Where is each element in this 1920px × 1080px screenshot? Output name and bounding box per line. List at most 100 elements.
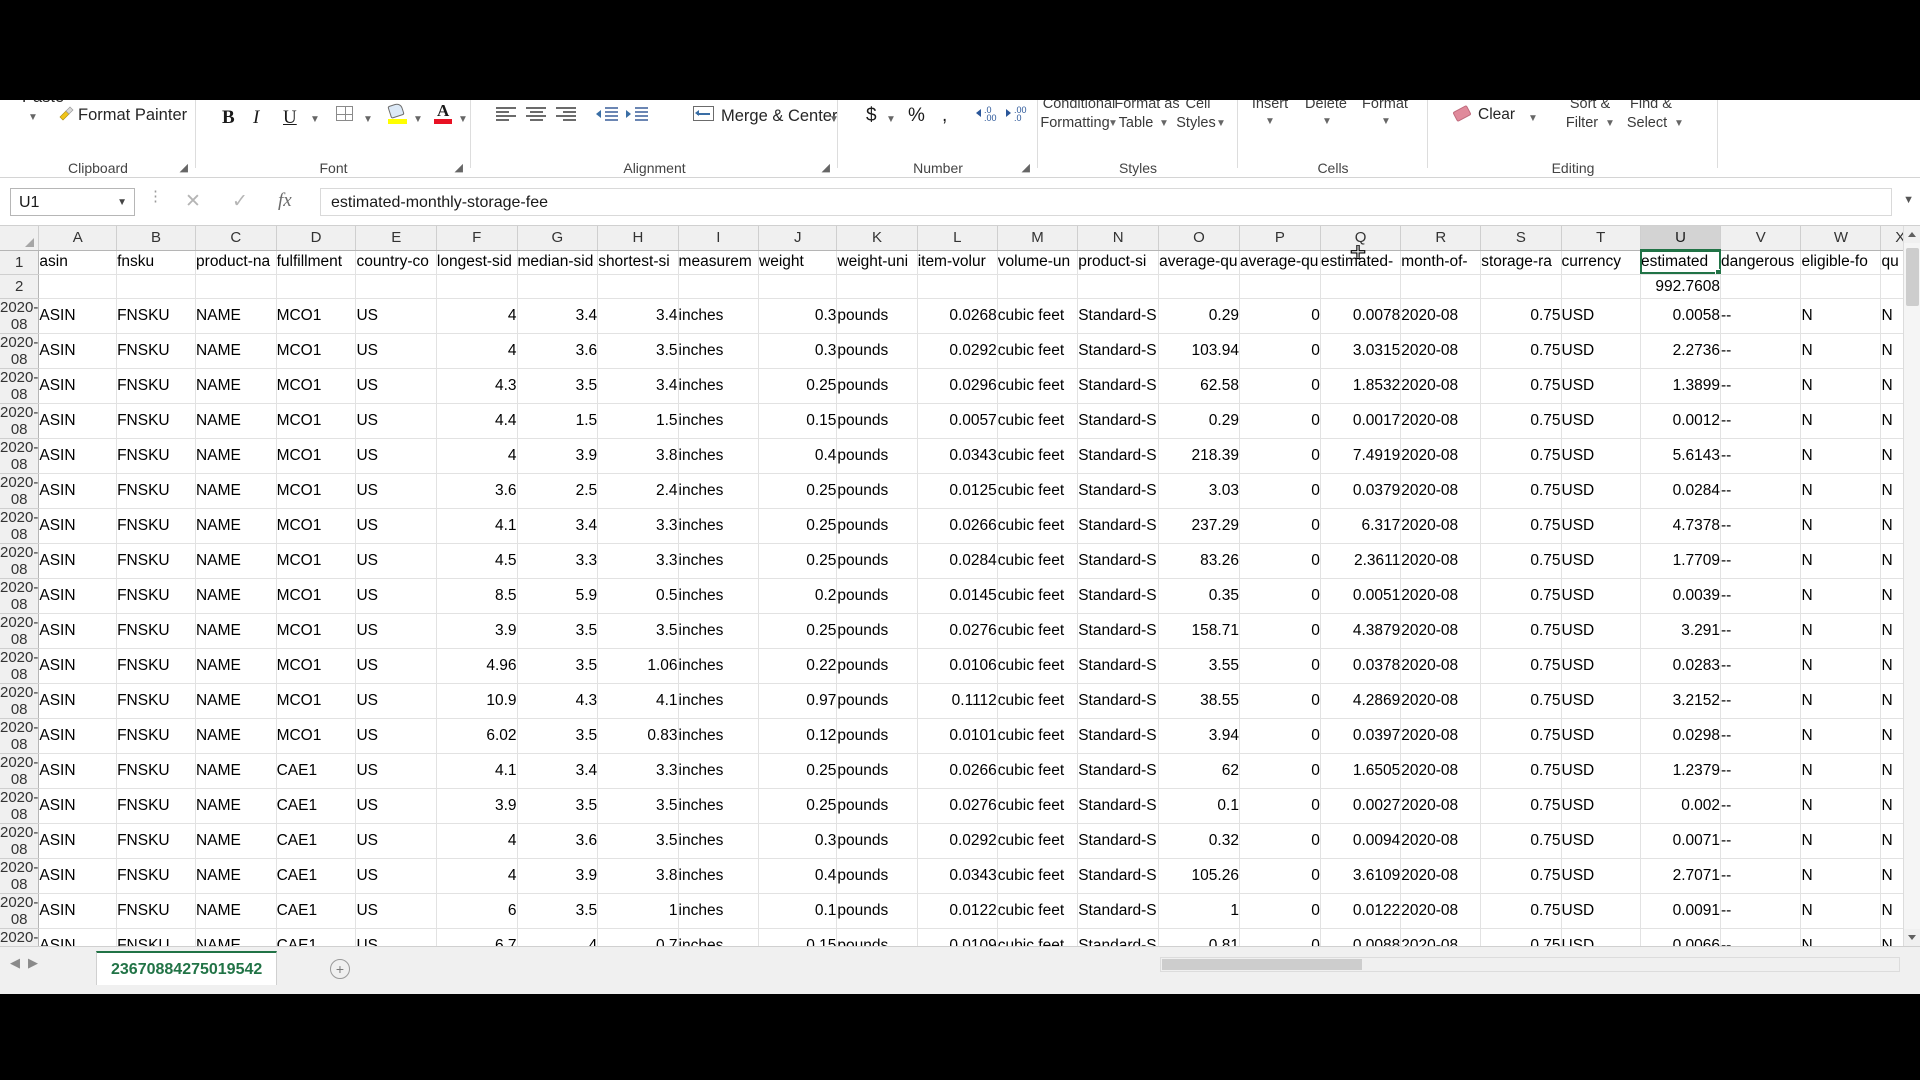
cell-I2020-08[interactable]: inches (678, 893, 760, 930)
cell-S2020-08[interactable]: 0.75 (1480, 858, 1562, 895)
cell-U2020-08[interactable]: 0.0039 (1640, 578, 1722, 615)
cell-J2020-08[interactable]: 0.25 (758, 753, 838, 790)
cell-Q2020-08[interactable]: 4.2869 (1320, 683, 1402, 720)
cell-M2020-08[interactable]: cubic feet (997, 648, 1079, 685)
cell-U2020-08[interactable]: 0.002 (1640, 788, 1722, 825)
cell-A2020-08[interactable]: ASIN (38, 298, 118, 335)
cell-A2020-08[interactable]: ASIN (38, 508, 118, 545)
cell-D2020-08[interactable]: MCO1 (276, 683, 357, 720)
cell-I2020-08[interactable]: inches (678, 648, 760, 685)
cell-L1[interactable]: item-volur (917, 250, 998, 275)
cell-V2020-08[interactable]: -- (1720, 543, 1802, 580)
cell-N2020-08[interactable]: Standard-S (1077, 298, 1160, 335)
cell-P2020-08[interactable]: 0 (1239, 578, 1321, 615)
cell-D1[interactable]: fulfillment (276, 250, 357, 275)
cell-V2020-08[interactable]: -- (1720, 928, 1802, 946)
align-center-icon[interactable] (526, 107, 546, 121)
cell-B2020-08[interactable]: FNSKU (116, 473, 197, 510)
cell-Q2020-08[interactable]: 0.0027 (1320, 788, 1402, 825)
format-painter-button[interactable]: Format Painter (78, 106, 187, 125)
formula-input[interactable]: estimated-monthly-storage-fee (320, 188, 1892, 216)
cell-H2020-08[interactable]: 3.8 (597, 858, 679, 895)
cell-R2020-08[interactable]: 2020-08 (1400, 543, 1482, 580)
cell-J2020-08[interactable]: 0.25 (758, 473, 838, 510)
cell-M2020-08[interactable]: cubic feet (997, 543, 1079, 580)
cell-L2020-08[interactable]: 0.0284 (917, 543, 998, 580)
cell-I1[interactable]: measurem (678, 250, 760, 275)
cell-N1[interactable]: product-si (1077, 250, 1160, 275)
cell-C2020-08[interactable]: NAME (195, 928, 277, 946)
cell-I2020-08[interactable]: inches (678, 578, 760, 615)
cell-B2020-08[interactable]: FNSKU (116, 648, 197, 685)
cell-P2020-08[interactable]: 0 (1239, 368, 1321, 405)
cell-G2020-08[interactable]: 3.6 (517, 823, 599, 860)
cell-P2020-08[interactable]: 0 (1239, 508, 1321, 545)
cell-C2[interactable] (195, 274, 277, 300)
cell-C2020-08[interactable]: NAME (195, 368, 277, 405)
cell-K2020-08[interactable]: pounds (836, 683, 918, 720)
cell-U2020-08[interactable]: 0.0283 (1640, 648, 1722, 685)
cell-Q2020-08[interactable]: 0.0378 (1320, 648, 1402, 685)
cell-E1[interactable]: country-co (355, 250, 437, 275)
cell-J2020-08[interactable]: 0.4 (758, 858, 838, 895)
cell-R2020-08[interactable]: 2020-08 (1400, 333, 1482, 370)
cell-Q2020-08[interactable]: 7.4919 (1320, 438, 1402, 475)
cell-C2020-08[interactable]: NAME (195, 788, 277, 825)
cell-M2020-08[interactable]: cubic feet (997, 683, 1079, 720)
cell-G2020-08[interactable]: 5.9 (517, 578, 599, 615)
name-box[interactable]: U1 ▼ (10, 188, 135, 216)
cell-H2020-08[interactable]: 3.5 (597, 788, 679, 825)
cell-E2020-08[interactable]: US (355, 543, 437, 580)
cell-K2020-08[interactable]: pounds (836, 403, 918, 440)
cell-G2020-08[interactable]: 3.9 (517, 438, 599, 475)
cell-O2020-08[interactable]: 105.26 (1158, 858, 1240, 895)
cell-K2020-08[interactable]: pounds (836, 298, 918, 335)
cell-C2020-08[interactable]: NAME (195, 858, 277, 895)
cell-T2020-08[interactable]: USD (1561, 893, 1641, 930)
cell-P2020-08[interactable]: 0 (1239, 858, 1321, 895)
cell-A2020-08[interactable]: ASIN (38, 543, 118, 580)
cell-V2020-08[interactable]: -- (1720, 823, 1802, 860)
cell-W2020-08[interactable]: N (1800, 858, 1882, 895)
cell-K2020-08[interactable]: pounds (836, 368, 918, 405)
cell-H2020-08[interactable]: 1 (597, 893, 679, 930)
cell-K2020-08[interactable]: pounds (836, 613, 918, 650)
cell-E2020-08[interactable]: US (355, 788, 437, 825)
cell-W2020-08[interactable]: N (1800, 333, 1882, 370)
cell-A2020-08[interactable]: ASIN (38, 613, 118, 650)
cell-T2020-08[interactable]: USD (1561, 928, 1641, 946)
cell-S2020-08[interactable]: 0.75 (1480, 928, 1562, 946)
cell-S2020-08[interactable]: 0.75 (1480, 788, 1562, 825)
cell-M2020-08[interactable]: cubic feet (997, 473, 1079, 510)
cell-P2020-08[interactable]: 0 (1239, 648, 1321, 685)
cell-L2020-08[interactable]: 0.0101 (917, 718, 998, 755)
cell-styles-button-line2[interactable]: Styles (1172, 115, 1220, 131)
cell-L2020-08[interactable]: 0.0125 (917, 473, 998, 510)
cell-W2020-08[interactable]: N (1800, 578, 1882, 615)
cell-V2020-08[interactable]: -- (1720, 508, 1802, 545)
cell-T2020-08[interactable]: USD (1561, 613, 1641, 650)
cell-B2020-08[interactable]: FNSKU (116, 543, 197, 580)
cell-N2020-08[interactable]: Standard-S (1077, 543, 1160, 580)
cell-U2[interactable]: 992.7608 (1640, 274, 1722, 300)
column-header-A[interactable]: A (38, 226, 118, 251)
cell-D2020-08[interactable]: MCO1 (276, 473, 357, 510)
cell-K2020-08[interactable]: pounds (836, 543, 918, 580)
cell-L2020-08[interactable]: 0.0266 (917, 508, 998, 545)
column-header-B[interactable]: B (116, 226, 197, 251)
column-header-C[interactable]: C (195, 226, 277, 251)
cell-T2020-08[interactable]: USD (1561, 543, 1641, 580)
cell-I2020-08[interactable]: inches (678, 613, 760, 650)
row-header-2020-08[interactable]: 2020-08 (0, 508, 40, 545)
cell-F2020-08[interactable]: 4.5 (436, 543, 518, 580)
cell-M2[interactable] (997, 274, 1079, 300)
cell-R2020-08[interactable]: 2020-08 (1400, 858, 1482, 895)
cell-L2020-08[interactable]: 0.0276 (917, 613, 998, 650)
cell-G2020-08[interactable]: 3.6 (517, 333, 599, 370)
cell-T2020-08[interactable]: USD (1561, 508, 1641, 545)
cell-J2020-08[interactable]: 0.25 (758, 368, 838, 405)
cell-W1[interactable]: eligible-fo (1800, 250, 1882, 275)
cell-U2020-08[interactable]: 1.2379 (1640, 753, 1722, 790)
cell-B2020-08[interactable]: FNSKU (116, 508, 197, 545)
cell-C2020-08[interactable]: NAME (195, 823, 277, 860)
